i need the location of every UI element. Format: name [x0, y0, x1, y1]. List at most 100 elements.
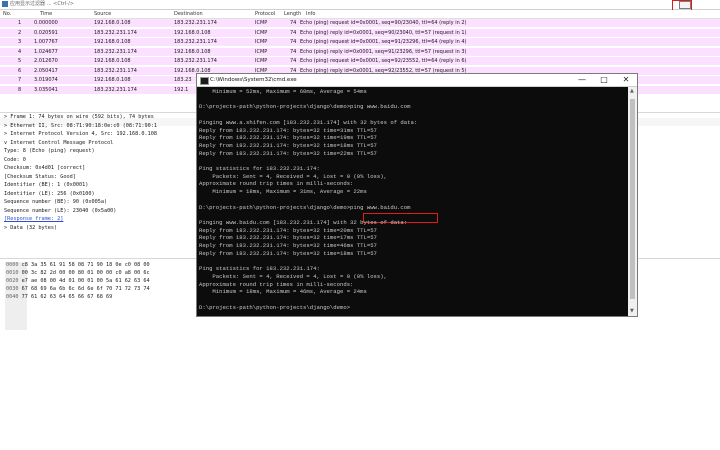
- close-button[interactable]: ✕: [615, 74, 637, 86]
- table-cell-time: 3.019074: [34, 77, 58, 83]
- table-cell-src: 183.232.231.174: [94, 86, 137, 93]
- table-row[interactable]: 1 0.000000 192.168.0.108 183.232.231.174 ICM…: [0, 19, 720, 27]
- table-cell-src: 192.168.0.108: [94, 77, 131, 83]
- detail-line[interactable]: [Checksum Status: Good]: [4, 174, 76, 181]
- cmd-titlebar[interactable]: C:\Windows\System32\cmd.exe — □ ✕: [197, 74, 637, 87]
- detail-line[interactable]: v Internet Control Message Protocol: [4, 140, 113, 147]
- detail-line[interactable]: Identifier (BE): 1 (0x0001): [4, 182, 88, 189]
- table-cell-no: 6: [18, 67, 22, 74]
- cmd-line: Reply from 183.232.231.174: bytes=32 tim…: [199, 149, 377, 157]
- table-cell-time: 0.020591: [34, 29, 58, 36]
- bytes-row: 0030 67 68 69 6a 6b 6c 6d 6e 6f 70 71 72…: [6, 286, 150, 293]
- cmd-line: Packets: Sent = 4, Received = 4, Lost = …: [199, 272, 387, 280]
- table-cell-time: 2.050417: [34, 67, 58, 74]
- detail-line[interactable]: > Ethernet II, Src: 08:71:90:18:0e:c0 (0…: [4, 123, 157, 130]
- detail-line[interactable]: Checksum: 0x4d01 [correct]: [4, 165, 85, 172]
- table-cell-len: 74: [290, 39, 297, 45]
- table-cell-proto: ICMP: [255, 29, 268, 36]
- cmd-line: Ping statistics for 183.232.231.174:: [199, 165, 320, 172]
- cmd-line: Minimum = 18ms, Maximum = 31ms, Average …: [199, 188, 367, 196]
- minimize-button[interactable]: —: [571, 74, 593, 86]
- cmd-scrollbar[interactable]: ▲ ▼: [628, 87, 637, 316]
- scroll-up-icon[interactable]: ▲: [630, 89, 635, 94]
- detail-line[interactable]: Identifier (LE): 256 (0x0100): [4, 191, 95, 198]
- bytes-offset: 0040: [6, 294, 19, 300]
- table-cell-time: 0.000000: [34, 20, 58, 26]
- table-cell-time: 1.024677: [34, 48, 58, 55]
- table-cell-src: 183.232.231.174: [94, 29, 137, 36]
- bytes-offset: 0010: [6, 270, 19, 276]
- column-source[interactable]: Source: [94, 10, 111, 18]
- table-cell-info: Echo (ping) request id=0x0001, seq=92/23…: [300, 58, 467, 64]
- bytes-hex[interactable]: 67 68 69 6a 6b 6c 6d 6e 6f 70 71 72 73 7…: [22, 286, 150, 292]
- table-cell-proto: ICMP: [255, 48, 268, 55]
- column-protocol[interactable]: Protocol: [255, 10, 275, 18]
- cmd-line: Pinging www.a.shifen.com [183.232.231.17…: [199, 118, 418, 126]
- table-cell-src: 183.232.231.174: [94, 67, 137, 74]
- response-frame-link[interactable]: [Response frame: 2]: [4, 216, 63, 223]
- bytes-hex[interactable]: 00 3c 82 2d 00 00 80 01 00 00 c0 a8 00 6…: [22, 270, 150, 276]
- cmd-line: Ping statistics for 183.232.231.174:: [199, 265, 320, 273]
- column-no[interactable]: No.: [3, 10, 11, 18]
- table-cell-no: 8: [18, 86, 22, 93]
- bytes-row: 0000 c8 3a 35 61 91 58 08 71 90 18 0e c0…: [6, 262, 150, 269]
- table-cell-dst: 183.23: [174, 77, 192, 83]
- table-cell-info: Echo (ping) request id=0x0001, seq=91/23…: [300, 39, 467, 45]
- cmd-line: D:\projects-path\python-projects\django\…: [199, 303, 351, 311]
- bytes-offset: 0000: [6, 262, 19, 268]
- table-cell-src: 192.168.0.108: [94, 20, 131, 26]
- maximize-button[interactable]: □: [593, 74, 615, 86]
- bookmark-icon[interactable]: [2, 1, 8, 7]
- table-row[interactable]: 5 2.012670 192.168.0.108 183.232.231.174 ICM…: [0, 57, 720, 65]
- column-destination[interactable]: Destination: [174, 10, 203, 18]
- packet-list-header: No. Time Source Destination Protocol Len…: [0, 10, 720, 19]
- detail-line[interactable]: Sequence number (LE): 23040 (0x5a00): [4, 208, 116, 215]
- table-cell-info: Echo (ping) reply id=0x0001, seq=91/2329…: [300, 48, 467, 55]
- bytes-row: 0020 e7 ae 08 00 4d 01 00 01 00 5a 61 62…: [6, 278, 150, 285]
- table-row[interactable]: 2 0.020591 183.232.231.174 192.168.0.108 ICM…: [0, 28, 720, 37]
- scroll-down-icon[interactable]: ▼: [630, 309, 635, 314]
- cmd-line: Reply from 183.232.231.174: bytes=32 tim…: [199, 141, 377, 149]
- bytes-offset: 0030: [6, 286, 19, 292]
- table-cell-dst: 183.232.231.174: [174, 20, 217, 26]
- cmd-line: Reply from 183.232.231.174: bytes=32 tim…: [199, 134, 377, 142]
- display-filter-bar[interactable]: 应用显示过滤器 … <Ctrl-/>: [0, 0, 720, 10]
- bytes-hex[interactable]: e7 ae 08 00 4d 01 00 01 00 5a 61 62 63 6…: [22, 278, 150, 284]
- table-row[interactable]: 4 1.024677 183.232.231.174 192.168.0.108 ICM…: [0, 47, 720, 56]
- cmd-line: Reply from 183.232.231.174: bytes=32 tim…: [199, 126, 377, 134]
- cmd-line: Approximate round trip times in milli-se…: [199, 180, 354, 188]
- table-cell-len: 74: [290, 48, 297, 55]
- cmd-line: Minimum = 52ms, Maximum = 60ms, Average …: [199, 88, 367, 95]
- scroll-thumb[interactable]: [630, 99, 635, 299]
- cmd-line: Minimum = 18ms, Maximum = 46ms, Average …: [199, 288, 367, 296]
- table-cell-dst: 192.1: [174, 86, 189, 93]
- table-cell-proto: ICMP: [255, 58, 268, 64]
- table-cell-len: 74: [290, 29, 297, 36]
- detail-line[interactable]: Sequence number (BE): 90 (0x005a): [4, 199, 107, 206]
- cmd-line: Pinging www.baidu.com [183.232.231.174] …: [199, 218, 408, 226]
- cmd-window[interactable]: C:\Windows\System32\cmd.exe — □ ✕ Minimu…: [196, 73, 638, 317]
- cmd-title: C:\Windows\System32\cmd.exe: [210, 77, 297, 83]
- cmd-output[interactable]: Minimum = 52ms, Maximum = 60ms, Average …: [197, 87, 627, 316]
- table-cell-no: 3: [18, 39, 22, 45]
- column-info[interactable]: Info: [306, 10, 315, 18]
- table-row[interactable]: 3 1.007767 192.168.0.108 183.232.231.174 ICM…: [0, 38, 720, 46]
- column-length[interactable]: Length: [284, 10, 301, 18]
- table-cell-proto: ICMP: [255, 39, 268, 45]
- bytes-hex[interactable]: 77 61 62 63 64 65 66 67 68 69: [22, 294, 113, 300]
- terminal-icon: [200, 77, 209, 85]
- table-cell-info: Echo (ping) request id=0x0001, seq=90/23…: [300, 20, 467, 26]
- table-cell-dst: 183.232.231.174: [174, 58, 217, 64]
- display-filter-input[interactable]: 应用显示过滤器 … <Ctrl-/>: [10, 0, 74, 8]
- detail-line[interactable]: > Data (32 bytes): [4, 225, 57, 232]
- detail-line[interactable]: > Internet Protocol Version 4, Src: 192.…: [4, 131, 157, 138]
- bytes-hex[interactable]: c8 3a 35 61 91 58 08 71 90 18 0e c0 08 0…: [22, 262, 150, 268]
- table-cell-proto: ICMP: [255, 20, 268, 26]
- detail-line[interactable]: > Frame 1: 74 bytes on wire (592 bits), …: [4, 114, 154, 121]
- column-time[interactable]: Time: [40, 10, 52, 18]
- table-cell-time: 1.007767: [34, 39, 58, 45]
- detail-line[interactable]: Code: 0: [4, 157, 26, 164]
- bytes-offset: 0020: [6, 278, 19, 284]
- detail-line[interactable]: Type: 8 (Echo (ping) request): [4, 148, 95, 155]
- cmd-line: Approximate round trip times in milli-se…: [199, 280, 354, 288]
